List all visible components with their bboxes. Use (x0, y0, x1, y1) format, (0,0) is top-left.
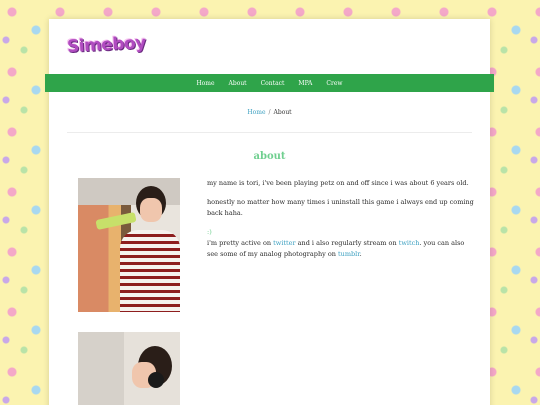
photo-headphone-shape (148, 372, 164, 388)
nav-item-about[interactable]: About (222, 80, 254, 87)
site-logo[interactable]: Simeboy (67, 33, 147, 57)
profile-photo-drinking (78, 178, 180, 312)
about-paragraph-intro: my name is tori, i've been playing petz … (207, 179, 469, 187)
breadcrumb-separator: / (268, 109, 271, 116)
tumblr-link[interactable]: tumblr (338, 250, 360, 258)
twitter-link[interactable]: twitter (273, 239, 295, 247)
social-text-2: and i also regularly stream on (295, 239, 399, 247)
about-content: my name is tori, i've been playing petz … (207, 178, 475, 268)
twitch-link[interactable]: twitch (399, 239, 420, 247)
page-container: Simeboy Home About Contact MPA Crew Home… (45, 19, 494, 405)
profile-photo-headphones (78, 332, 180, 405)
nav-item-home[interactable]: Home (189, 80, 221, 87)
nav-item-crew[interactable]: Crew (319, 80, 349, 87)
site-header: Simeboy (49, 19, 490, 75)
page-title: about (253, 151, 286, 162)
photo-face-shape (140, 198, 162, 222)
main-navigation: Home About Contact MPA Crew (45, 74, 494, 92)
breadcrumb-home-link[interactable]: Home (247, 109, 265, 116)
photo-bottle-shape (95, 211, 137, 231)
photo-striped-shirt-shape (120, 230, 180, 312)
about-paragraph-social: i'm pretty active on twitter and i also … (207, 238, 475, 260)
nav-item-contact[interactable]: Contact (254, 80, 292, 87)
breadcrumb-current: About (273, 109, 292, 116)
breadcrumb: Home / About (49, 109, 490, 116)
social-text-1: i'm pretty active on (207, 239, 274, 247)
header-divider (67, 132, 472, 133)
social-text-4: . (359, 250, 362, 258)
about-paragraph-uninstall: honestly no matter how many times i unin… (207, 198, 474, 217)
smiley-text: :) (207, 228, 212, 236)
nav-item-mpa[interactable]: MPA (291, 80, 319, 87)
